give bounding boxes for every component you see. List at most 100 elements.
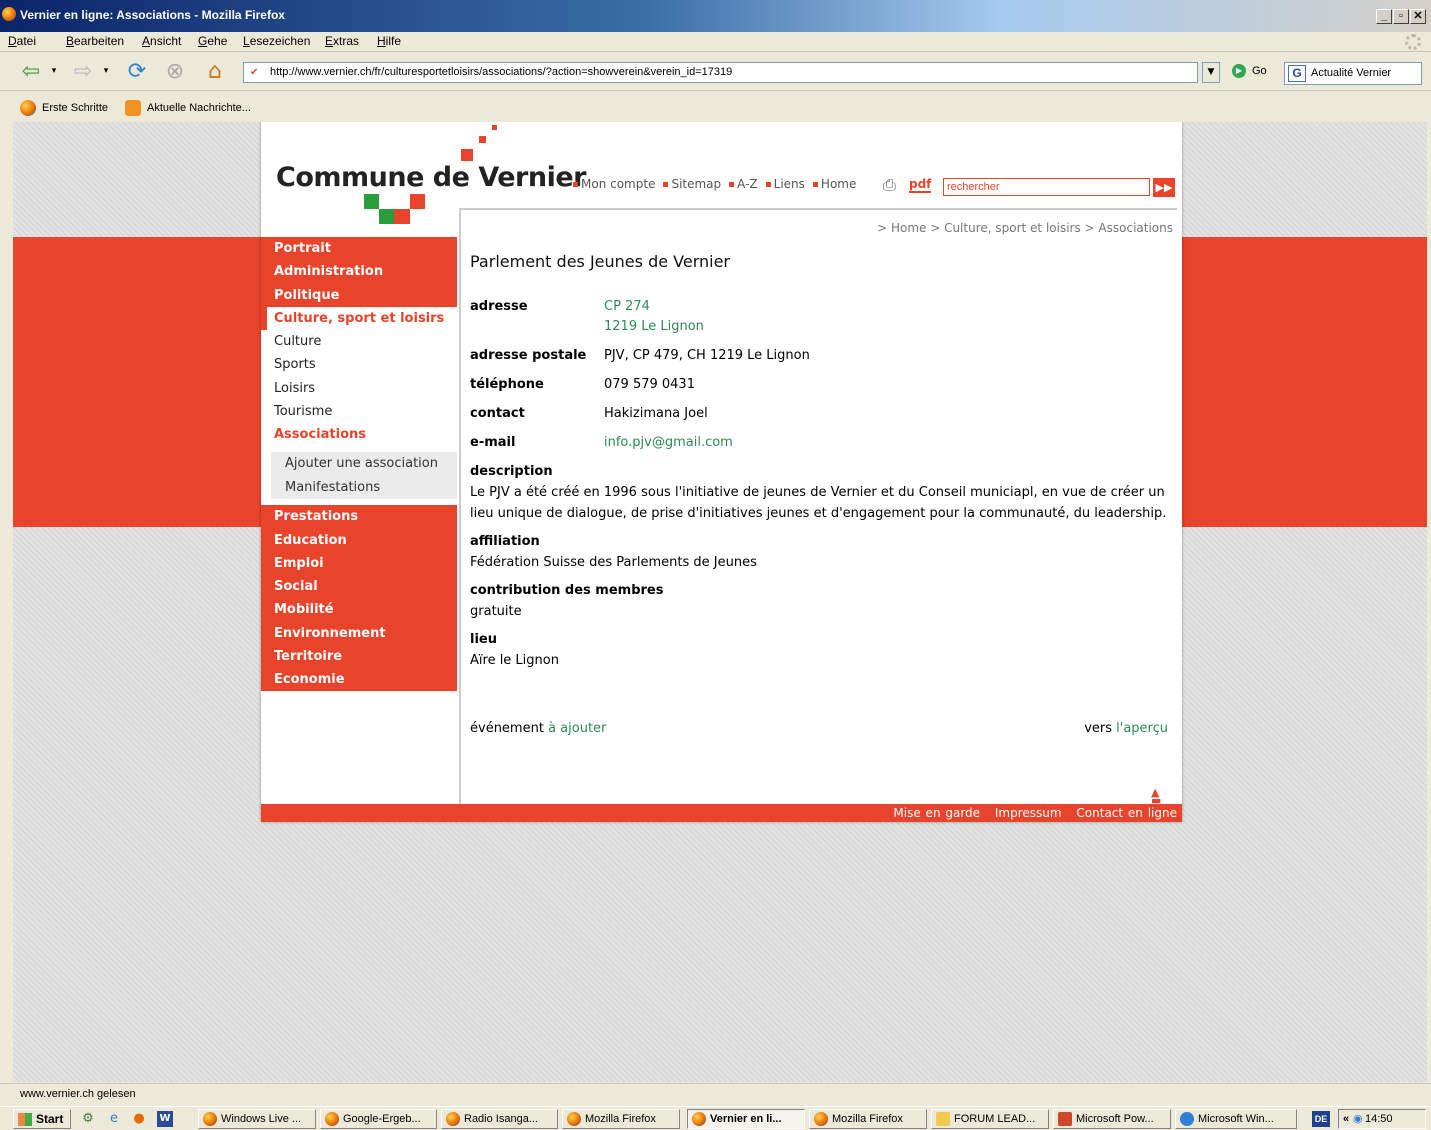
nav-education[interactable]: Education [261, 528, 457, 552]
search-bar[interactable]: G Actualité Vernier [1284, 62, 1422, 85]
url-bar[interactable]: ✔ http://www.vernier.ch/fr/culturesporte… [243, 62, 1198, 83]
nav-territoire[interactable]: Territoire [261, 644, 457, 668]
menu-lesezeichen[interactable]: Lesezeichen [243, 34, 310, 48]
task-radio-isanga[interactable]: Radio Isanga... [441, 1109, 558, 1129]
task-icon [325, 1112, 339, 1126]
pdf-icon[interactable]: pdf [909, 177, 932, 193]
tray-expand-icon[interactable]: « [1343, 1110, 1349, 1128]
link-sitemap[interactable]: Sitemap [663, 177, 721, 191]
task-powerpoint[interactable]: Microsoft Pow... [1053, 1109, 1171, 1129]
nav-culture-sport-loisirs[interactable]: Culture, sport et loisirs [261, 306, 457, 330]
back-to-top-icon[interactable]: ▲ ▬ [1151, 787, 1161, 806]
print-icon[interactable]: ⎙ [883, 175, 903, 195]
windows-logo-icon [18, 1113, 32, 1126]
task-google[interactable]: Google-Ergeb... [320, 1109, 437, 1129]
task-forum-lead[interactable]: FORUM LEAD... [931, 1109, 1049, 1129]
menu-ansicht[interactable]: Ansicht [142, 34, 181, 48]
network-icon[interactable]: ◉ [1353, 1110, 1363, 1128]
menu-gehe[interactable]: Gehe [198, 34, 227, 48]
maximize-button[interactable]: ▫ [1393, 9, 1409, 24]
stop-icon[interactable]: ⊗ [160, 57, 190, 85]
task-mozilla-firefox-1[interactable]: Mozilla Firefox [562, 1109, 680, 1129]
window-title: Vernier en ligne: Associations - Mozilla… [20, 8, 285, 22]
page-viewport: Commune de Vernier Mon compte Sitemap A-… [13, 122, 1427, 1082]
nav-politique[interactable]: Politique [261, 283, 457, 307]
task-windows-live[interactable]: Windows Live ... [198, 1109, 316, 1129]
divider-vertical [459, 208, 461, 804]
contribution-label: contribution des membres [470, 583, 664, 598]
add-event-link[interactable]: à ajouter [548, 721, 606, 736]
nav-culture[interactable]: Culture [261, 330, 457, 354]
search-bar-text: Actualité Vernier [1311, 67, 1392, 79]
close-button[interactable]: ✕ [1410, 9, 1426, 24]
quicklaunch-1-icon[interactable]: ⚙ [80, 1111, 96, 1127]
quicklaunch-ie-icon[interactable]: e [106, 1111, 122, 1127]
link-home[interactable]: Home [813, 177, 856, 191]
bookmark-erste-schritte[interactable]: Erste Schritte [20, 100, 108, 116]
link-mon-compte[interactable]: Mon compte [573, 177, 655, 191]
menu-bearbeiten[interactable]: Bearbeiten [66, 34, 124, 48]
adresse-line1[interactable]: CP 274 [604, 299, 650, 314]
minimize-button[interactable]: _ [1376, 9, 1392, 24]
adresse-line2[interactable]: 1219 Le Lignon [604, 319, 704, 334]
contact-value: Hakizimana Joel [604, 406, 708, 421]
breadcrumb[interactable]: > Home > Culture, sport et loisirs > Ass… [877, 221, 1173, 235]
link-liens[interactable]: Liens [766, 177, 805, 191]
quicklaunch-firefox-icon[interactable]: ● [131, 1111, 147, 1127]
bookmark-aktuelle-nachrichten[interactable]: Aktuelle Nachrichte... [125, 100, 251, 116]
folder-icon [936, 1112, 950, 1126]
menu-datei[interactable]: Datei [8, 34, 36, 48]
nav-emploi[interactable]: Emploi [261, 551, 457, 575]
footer-mise-en-garde[interactable]: Mise en garde [893, 806, 980, 820]
preview-link[interactable]: l'aperçu [1116, 721, 1168, 736]
nav-mobilite[interactable]: Mobilité [261, 598, 457, 622]
adresse-postale-value: PJV, CP 479, CH 1219 Le Lignon [604, 348, 810, 363]
back-icon[interactable]: ⇦ [16, 57, 46, 85]
quicklaunch-word-icon[interactable]: W [157, 1111, 173, 1127]
throbber-icon [1405, 34, 1421, 50]
firefox-bookmark-icon [20, 100, 36, 116]
nav-portrait[interactable]: Portrait [261, 237, 457, 261]
back-dropdown-icon[interactable]: ▾ [48, 57, 60, 85]
task-microsoft-win[interactable]: Microsoft Win... [1175, 1109, 1297, 1129]
nav-loisirs[interactable]: Loisirs [261, 376, 457, 400]
task-icon [814, 1112, 828, 1126]
nav-prestations[interactable]: Prestations [261, 505, 457, 529]
menu-hilfe[interactable]: Hilfe [377, 34, 401, 48]
search-go-button[interactable]: ▶▶ [1153, 178, 1175, 197]
nav-economie[interactable]: Economie [261, 668, 457, 692]
forward-dropdown-icon[interactable]: ▾ [100, 57, 112, 85]
footer-contact[interactable]: Contact en ligne [1076, 806, 1177, 820]
divider-horizontal [459, 208, 1177, 210]
nav-social[interactable]: Social [261, 575, 457, 599]
footer-impressum[interactable]: Impressum [995, 806, 1062, 820]
home-icon[interactable]: ⌂ [200, 57, 230, 85]
nav-sports[interactable]: Sports [261, 353, 457, 377]
nav-manifestations[interactable]: Manifestations [271, 475, 457, 500]
bookmarks-toolbar: Erste Schritte Aktuelle Nachrichte... [0, 92, 1431, 122]
go-button[interactable]: ▶ Go [1232, 64, 1267, 78]
nav-associations[interactable]: Associations [261, 423, 457, 447]
email-link[interactable]: info.pjv@gmail.com [604, 435, 733, 450]
nav-ajouter-association[interactable]: Ajouter une association [271, 452, 457, 476]
row-adresse-postale: adresse postale PJV, CP 479, CH 1219 Le … [470, 346, 810, 375]
site-search-input[interactable]: rechercher [943, 178, 1150, 196]
task-vernier[interactable]: Vernier en li... [687, 1109, 805, 1129]
navigation-toolbar: ⇦ ▾ ⇨ ▾ ⟳ ⊗ ⌂ ✔ http://www.vernier.ch/fr… [0, 53, 1431, 91]
url-history-dropdown[interactable]: ▼ [1202, 62, 1220, 83]
taskbar: Start ⚙ e ● W Windows Live ... Google-Er… [0, 1106, 1431, 1130]
forward-icon[interactable]: ⇨ [68, 57, 98, 85]
event-row: événement à ajouter vers l'aperçu [470, 719, 1168, 739]
link-a-z[interactable]: A-Z [729, 177, 758, 191]
task-mozilla-firefox-2[interactable]: Mozilla Firefox [809, 1109, 927, 1129]
reload-icon[interactable]: ⟳ [122, 57, 152, 85]
nav-tourisme[interactable]: Tourisme [261, 399, 457, 423]
nav-administration[interactable]: Administration [261, 260, 457, 284]
language-indicator[interactable]: DE [1312, 1111, 1330, 1127]
url-text: http://www.vernier.ch/fr/culturesportetl… [270, 66, 733, 78]
menu-extras[interactable]: Extras [325, 34, 359, 48]
nav-environnement[interactable]: Environnement [261, 621, 457, 645]
logo-dot [479, 136, 486, 143]
logo-red-square [410, 194, 425, 209]
start-button[interactable]: Start [13, 1109, 71, 1129]
